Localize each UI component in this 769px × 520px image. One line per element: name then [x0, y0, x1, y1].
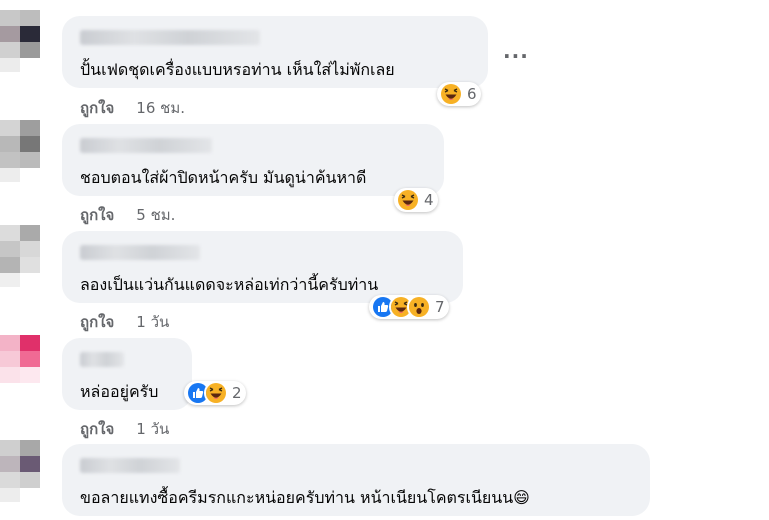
- reaction-count: 2: [232, 384, 242, 402]
- reaction-count: 7: [435, 298, 445, 316]
- haha-reaction-icon: [204, 381, 228, 405]
- comment-text: ปั้นเฟดชุดเครื่องแบบหรอท่าน เห็นใส่ไม่พั…: [80, 60, 395, 79]
- reaction-summary[interactable]: 6: [437, 82, 481, 106]
- haha-reaction-icon: [439, 82, 463, 106]
- avatar[interactable]: [0, 335, 40, 397]
- comment-meta: ถูกใจ 1 วัน: [80, 417, 169, 441]
- like-link[interactable]: ถูกใจ: [80, 206, 114, 224]
- commenter-name[interactable]: [80, 30, 260, 45]
- like-link[interactable]: ถูกใจ: [80, 313, 114, 331]
- comment-text: ชอบตอนใส่ผ้าปิดหน้าครับ มันดูน่าค้นหาดี: [80, 168, 367, 187]
- timestamp[interactable]: 5 ชม.: [136, 206, 175, 224]
- reaction-count: 4: [424, 191, 434, 209]
- comment-bubble: ขอลายแทงซื้อครีมรกแกะหน่อยครับท่าน หน้าเ…: [62, 444, 650, 516]
- comment-bubble: หล่ออยู่ครับ: [62, 338, 192, 410]
- avatar[interactable]: [0, 10, 40, 72]
- comment-text: ขอลายแทงซื้อครีมรกแกะหน่อยครับท่าน หน้าเ…: [80, 488, 530, 507]
- commenter-name[interactable]: [80, 352, 124, 367]
- comment-text: หล่ออยู่ครับ: [80, 382, 159, 401]
- reaction-count: 6: [467, 85, 477, 103]
- timestamp[interactable]: 16 ชม.: [136, 99, 185, 117]
- comment-text: ลองเป็นแว่นกันแดดจะหล่อเท่กว่านี้ครับท่า…: [80, 275, 379, 294]
- avatar[interactable]: [0, 225, 40, 287]
- wow-reaction-icon: [407, 295, 431, 319]
- more-options-icon[interactable]: ···: [503, 44, 529, 68]
- comment-meta: ถูกใจ 5 ชม.: [80, 203, 175, 227]
- avatar[interactable]: [0, 440, 40, 502]
- reaction-summary[interactable]: 7: [369, 295, 449, 319]
- like-link[interactable]: ถูกใจ: [80, 99, 114, 117]
- reaction-summary[interactable]: 4: [394, 188, 438, 212]
- comment-meta: ถูกใจ 1 วัน: [80, 310, 169, 334]
- grinning-emoji: 😄: [513, 488, 530, 507]
- comment-bubble: ชอบตอนใส่ผ้าปิดหน้าครับ มันดูน่าค้นหาดี: [62, 124, 444, 196]
- timestamp[interactable]: 1 วัน: [136, 420, 169, 438]
- commenter-name[interactable]: [80, 245, 200, 260]
- haha-reaction-icon: [396, 188, 420, 212]
- comment-bubble: ปั้นเฟดชุดเครื่องแบบหรอท่าน เห็นใส่ไม่พั…: [62, 16, 488, 88]
- timestamp[interactable]: 1 วัน: [136, 313, 169, 331]
- comment-bubble: ลองเป็นแว่นกันแดดจะหล่อเท่กว่านี้ครับท่า…: [62, 231, 463, 303]
- avatar[interactable]: [0, 120, 40, 182]
- commenter-name[interactable]: [80, 458, 180, 473]
- commenter-name[interactable]: [80, 138, 212, 153]
- reaction-summary[interactable]: 2: [184, 381, 246, 405]
- comment-meta: ถูกใจ 16 ชม.: [80, 96, 185, 120]
- like-link[interactable]: ถูกใจ: [80, 420, 114, 438]
